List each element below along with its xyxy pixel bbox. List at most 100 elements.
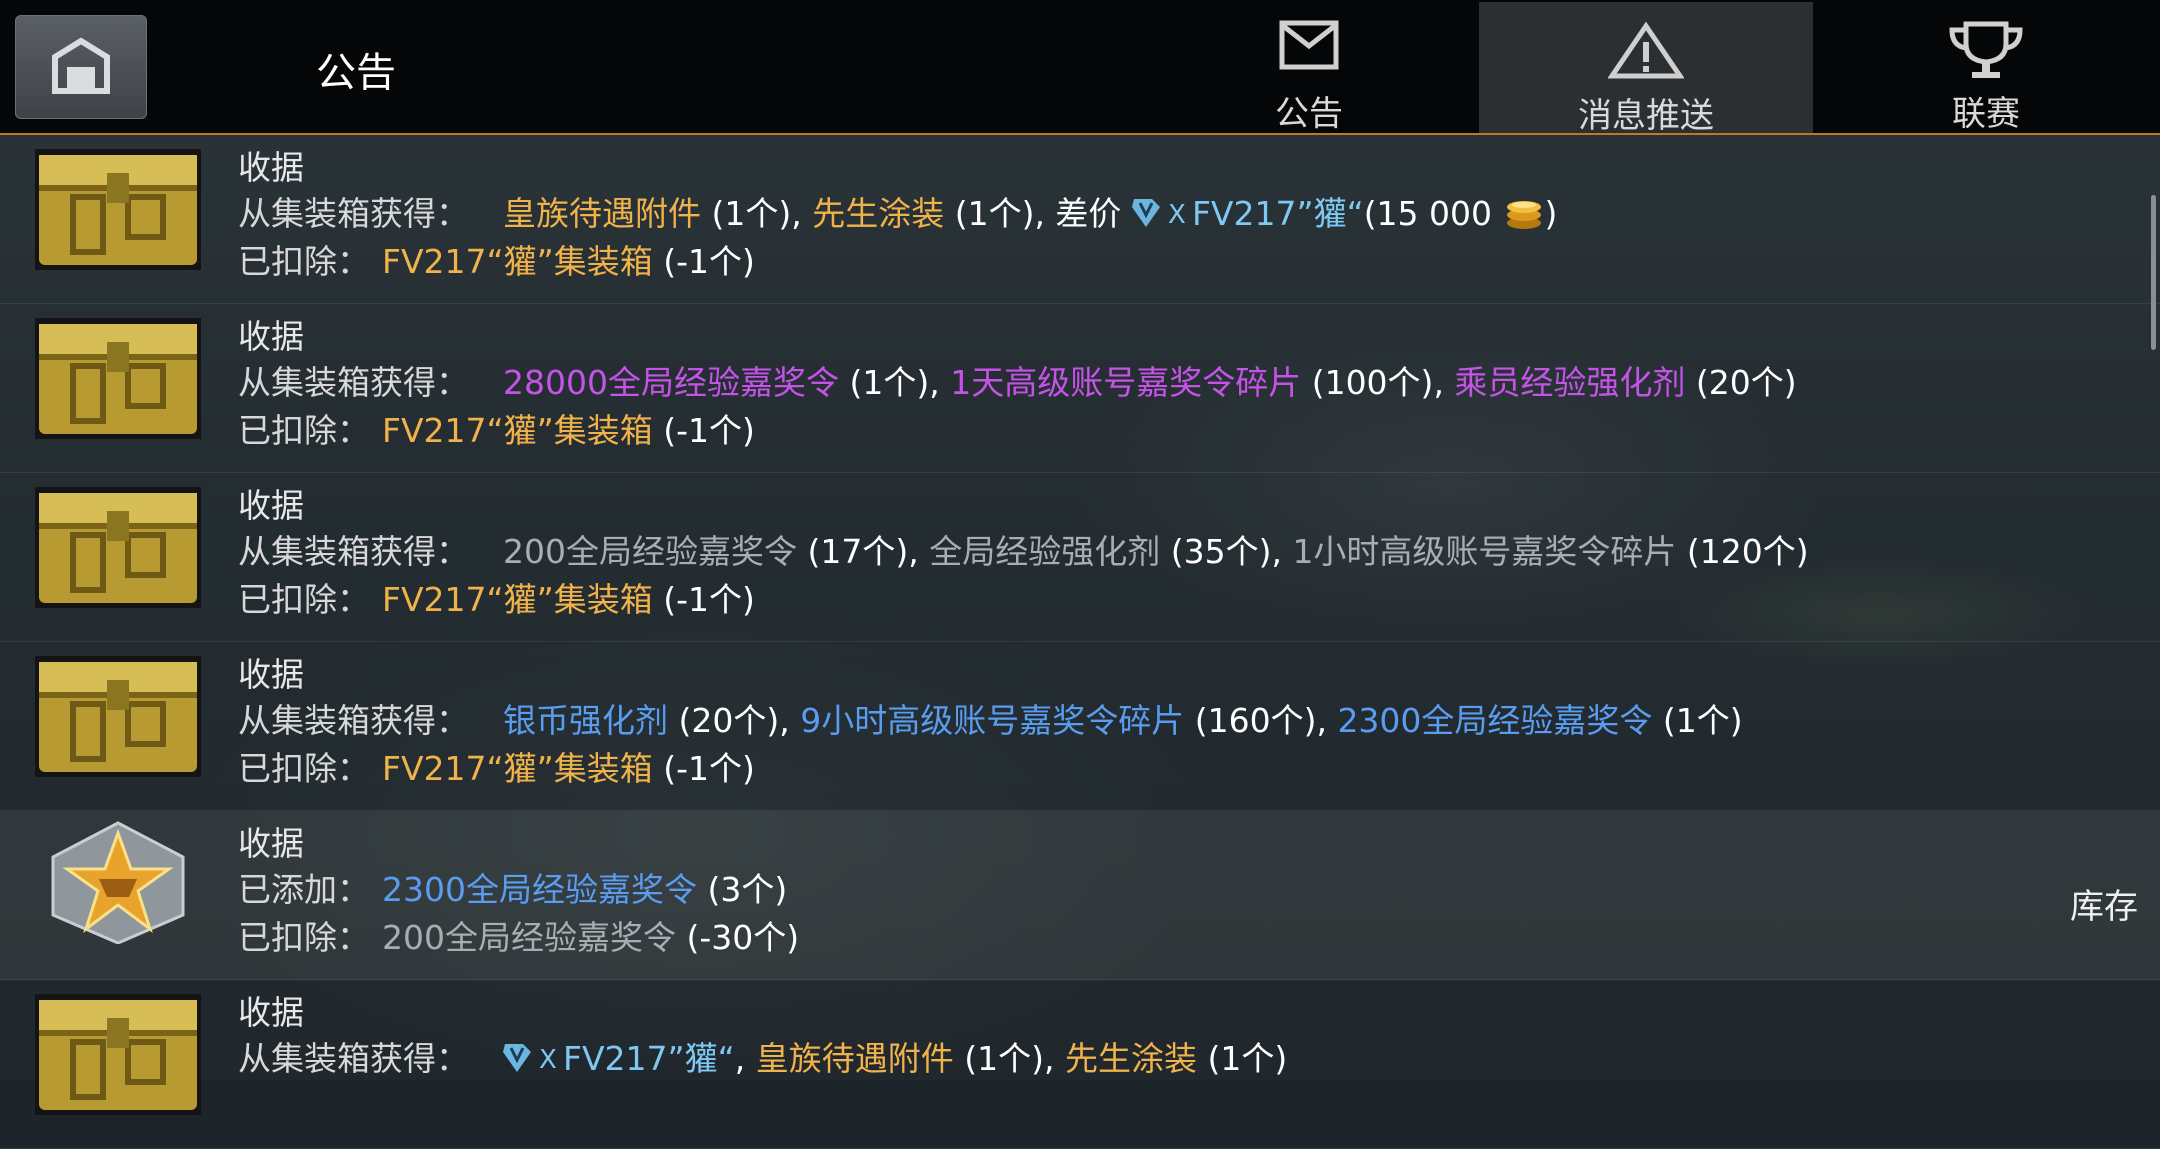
item-name: 2300全局经验嘉奖令 <box>1337 701 1653 740</box>
deducted-item: FV217“獾”集装箱 <box>382 580 653 619</box>
item-name: 皇族待遇附件 <box>503 194 701 233</box>
obtained-line: 从集装箱获得： 皇族待遇附件 (1个), 先生涂装 (1个), 差价 X FV217… <box>238 187 1557 235</box>
item-name: 1天高级账号嘉奖令碎片 <box>950 363 1302 402</box>
item-count: (1个) <box>944 194 1035 233</box>
page-title: 公告 <box>316 51 396 95</box>
gold-crate-icon <box>35 994 201 1115</box>
deducted-item: 200全局经验嘉奖令 <box>382 918 676 957</box>
item-count: (100个) <box>1301 363 1434 402</box>
list-item[interactable]: 收据 已添加： 2300全局经验嘉奖令 (3个) 已扣除： 200全局经验嘉奖令 (… <box>0 811 2160 980</box>
list-item[interactable]: 收据 从集装箱获得： 皇族待遇附件 (1个), 先生涂装 (1个), 差价 X FV… <box>0 135 2160 304</box>
deducted-label: 已扣除： <box>238 749 370 788</box>
tank-name: FV217”獾“ <box>1191 194 1364 233</box>
item-name: 先生涂装 <box>812 194 945 233</box>
item-count: (35个) <box>1160 532 1272 571</box>
tab-push-messages[interactable]: 消息推送 <box>1479 2 1813 136</box>
item-name: 全局经验强化剂 <box>929 532 1161 571</box>
separator: , <box>791 194 813 233</box>
obtained-label: 从集装箱获得： <box>238 701 469 740</box>
obtained-line: 从集装箱获得： 银币强化剂 (20个), 9小时高级账号嘉奖令碎片 (160个),… <box>238 694 1743 742</box>
list-item[interactable]: 收据 从集装箱获得： 银币强化剂 (20个), 9小时高级账号嘉奖令碎片 (160… <box>0 642 2160 811</box>
obtained-label: 从集装箱获得： <box>238 532 469 571</box>
deducted-item: FV217“獾”集装箱 <box>382 411 653 450</box>
item-name: 银币强化剂 <box>503 701 668 740</box>
price-diff-label: , 差价 <box>1034 194 1132 233</box>
deducted-count: (-1个) <box>652 749 755 788</box>
item-count: (1个) <box>1652 701 1743 740</box>
separator: , <box>1271 532 1293 571</box>
item-count: (20个) <box>1685 363 1797 402</box>
message-list[interactable]: 收据 从集装箱获得： 皇族待遇附件 (1个), 先生涂装 (1个), 差价 X FV… <box>0 135 2160 1149</box>
deducted-label: 已扣除： <box>238 411 370 450</box>
svg-text:X: X <box>539 1045 557 1075</box>
item-count: (3个) <box>696 870 788 909</box>
tier-x-tank-icon: X <box>1131 199 1186 230</box>
item-count: (120个) <box>1676 532 1809 571</box>
gold-coins-icon <box>1506 201 1541 229</box>
item-name: 乘员经验强化剂 <box>1454 363 1686 402</box>
tab-label: 消息推送 <box>1578 96 1714 136</box>
inventory-link[interactable]: 库存 <box>2070 879 2138 928</box>
receipt-title: 收据 <box>238 655 304 694</box>
star-medal-icon <box>51 821 185 944</box>
deducted-line: 已扣除： FV217“獾”集装箱 (-1个) <box>238 404 755 452</box>
item-count: (1个) <box>1196 1039 1288 1078</box>
svg-text:X: X <box>1168 200 1186 230</box>
deducted-count: (-1个) <box>652 580 755 619</box>
home-button[interactable] <box>15 15 147 119</box>
item-name: 9小时高级账号嘉奖令碎片 <box>800 701 1185 740</box>
separator: , <box>779 701 801 740</box>
added-line: 已添加： 2300全局经验嘉奖令 (3个) <box>238 863 787 911</box>
tank-name: FV217”獾“ <box>563 1039 735 1078</box>
separator: , <box>929 363 951 402</box>
tab-announcements[interactable]: 公告 <box>1141 0 1477 134</box>
obtained-line: 从集装箱获得： 200全局经验嘉奖令 (17个), 全局经验强化剂 (35个), … <box>238 525 1809 573</box>
receipt-title: 收据 <box>238 317 304 356</box>
receipt-title: 收据 <box>238 148 304 187</box>
top-bar: 公告 公告 消息推送 联赛 <box>0 0 2160 136</box>
deducted-label: 已扣除： <box>238 242 370 281</box>
item-name: 200全局经验嘉奖令 <box>503 532 797 571</box>
tab-league[interactable]: 联赛 <box>1818 0 2154 134</box>
separator: , <box>734 1039 756 1078</box>
item-count: (1个) <box>701 194 792 233</box>
warning-icon <box>1608 22 1684 79</box>
price-amount: (15 000 <box>1363 194 1503 233</box>
garage-icon <box>52 37 110 94</box>
tab-label: 联赛 <box>1952 94 2020 134</box>
deducted-count: (-1个) <box>652 411 755 450</box>
receipt-title: 收据 <box>238 993 304 1032</box>
added-label: 已添加： <box>238 870 370 909</box>
obtained-label: 从集装箱获得： <box>238 1039 469 1078</box>
tab-label: 公告 <box>1275 94 1343 134</box>
separator: , <box>1316 701 1338 740</box>
deducted-line: 已扣除： FV217“獾”集装箱 (-1个) <box>238 235 755 283</box>
list-item[interactable]: 收据 从集装箱获得： X FV217”獾“, 皇族待遇附件 (1个), 先生涂装 (… <box>0 980 2160 1149</box>
deducted-item: FV217“獾”集装箱 <box>382 242 653 281</box>
obtained-line: 从集装箱获得： X FV217”獾“, 皇族待遇附件 (1个), 先生涂装 (1个) <box>238 1032 1287 1080</box>
obtained-label: 从集装箱获得： <box>238 363 469 402</box>
separator: , <box>1043 1039 1065 1078</box>
deducted-count: (-1个) <box>652 242 755 281</box>
scrollbar[interactable] <box>2151 195 2156 350</box>
gold-crate-icon <box>35 318 201 439</box>
item-count: (1个) <box>953 1039 1044 1078</box>
deducted-line: 已扣除： 200全局经验嘉奖令 (-30个) <box>238 911 799 959</box>
deducted-label: 已扣除： <box>238 918 370 957</box>
item-count: (1个) <box>838 363 930 402</box>
list-item[interactable]: 收据 从集装箱获得： 200全局经验嘉奖令 (17个), 全局经验强化剂 (35个… <box>0 473 2160 642</box>
list-item[interactable]: 收据 从集装箱获得： 28000全局经验嘉奖令 (1个), 1天高级账号嘉奖令碎片… <box>0 304 2160 473</box>
receipt-title: 收据 <box>238 824 304 863</box>
gold-crate-icon <box>35 656 201 777</box>
item-name: 皇族待遇附件 <box>755 1039 954 1078</box>
deducted-count: (-30个) <box>676 918 800 957</box>
tier-x-tank-icon: X <box>503 1044 557 1075</box>
gold-crate-icon <box>35 487 201 608</box>
envelope-icon <box>1279 20 1339 70</box>
trophy-icon <box>1949 21 2023 78</box>
item-count: (20个) <box>668 701 780 740</box>
paren-close: ) <box>1544 194 1558 233</box>
separator: , <box>1433 363 1455 402</box>
item-count: (17个) <box>797 532 909 571</box>
obtained-label: 从集装箱获得： <box>238 194 469 233</box>
